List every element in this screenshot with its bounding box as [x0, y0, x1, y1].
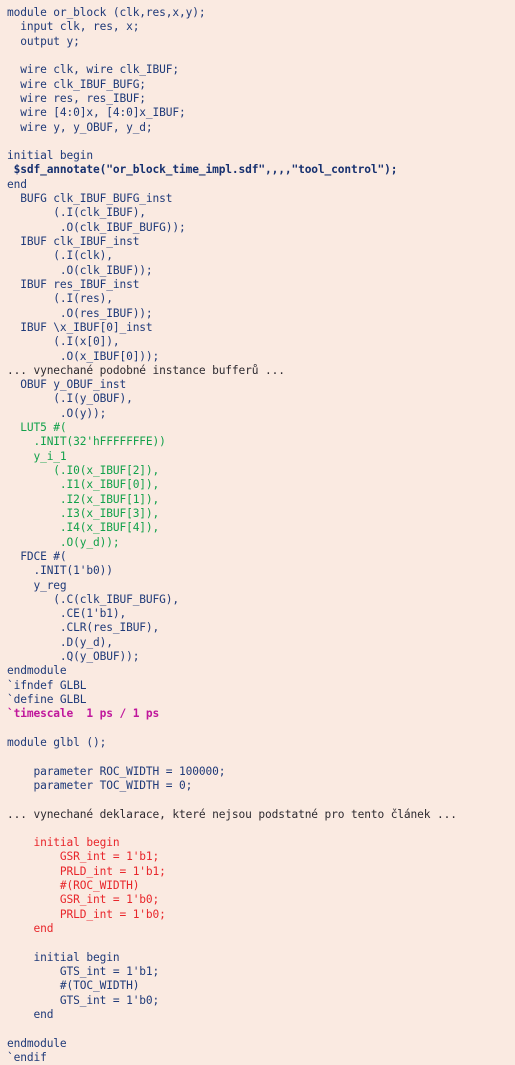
code-line: (.I(y_OBUF), [7, 392, 133, 406]
code-line: FDCE #( [7, 549, 67, 563]
code-line: BUFG clk_IBUF_BUFG_inst [7, 192, 173, 206]
code-line: GSR_int = 1'b1; [7, 850, 160, 864]
code-line: .INIT(32'hFFFFFFFE)) [7, 435, 166, 449]
code-line: .Q(y_OBUF)); [7, 650, 140, 664]
code-line: module or_block (clk,res,x,y); [7, 6, 206, 19]
code-line: GTS_int = 1'b0; [7, 993, 160, 1007]
code-line: input clk, res, x; [7, 20, 140, 34]
code-line: $sdf_annotate("or_block_time_impl.sdf",,… [7, 163, 398, 177]
code-line: ... vynechané podobné instance bufferů .… [7, 363, 285, 377]
code-line: (.I(clk), [7, 249, 113, 263]
code-line: .INIT(1'b0)) [7, 564, 113, 578]
code-line: initial begin [7, 950, 120, 964]
code-line: wire [4:0]x, [4:0]x_IBUF; [7, 106, 186, 120]
code-line: (.I(clk_IBUF), [7, 206, 146, 220]
code-line: module glbl (); [7, 735, 107, 749]
code-line: .D(y_d), [7, 635, 113, 649]
code-line: IBUF res_IBUF_inst [7, 277, 140, 291]
code-line: PRLD_int = 1'b0; [7, 907, 166, 921]
code-line: wire clk, wire clk_IBUF; [7, 63, 180, 77]
code-line: .O(clk_IBUF)); [7, 263, 153, 277]
code-line: parameter ROC_WIDTH = 100000; [7, 764, 226, 778]
code-line: end [7, 177, 27, 191]
code-line: .O(y)); [7, 406, 107, 420]
code-listing: module or_block (clk,res,x,y); input clk… [0, 6, 515, 1064]
code-line: .O(res_IBUF)); [7, 306, 153, 320]
code-line: .O(y_d)); [7, 535, 120, 549]
code-line: .I3(x_IBUF[3]), [7, 506, 160, 520]
code-line: `ifndef GLBL [7, 678, 87, 692]
code-line: wire clk_IBUF_BUFG; [7, 77, 146, 91]
code-line: .O(clk_IBUF_BUFG)); [7, 220, 186, 234]
code-line: LUT5 #( [7, 421, 67, 435]
code-line: (.I0(x_IBUF[2]), [7, 464, 160, 477]
code-line: output y; [7, 34, 80, 48]
code-line: .O(x_IBUF[0])); [7, 349, 160, 363]
code-line: ... vynechané deklarace, které nejsou po… [7, 807, 457, 821]
code-line: parameter TOC_WIDTH = 0; [7, 778, 193, 792]
code-line: y_i_1 [7, 449, 67, 463]
code-line: y_reg [7, 578, 67, 592]
code-line: #(TOC_WIDTH) [7, 979, 140, 993]
code-line: .I4(x_IBUF[4]), [7, 521, 160, 535]
code-line: `endif [7, 1050, 47, 1064]
code-line: endmodule [7, 664, 67, 678]
code-line: endmodule [7, 1036, 67, 1050]
code-line: IBUF \x_IBUF[0]_inst [7, 320, 153, 334]
code-line: .CE(1'b1), [7, 607, 127, 621]
code-line: `define GLBL [7, 693, 87, 706]
code-line: wire y, y_OBUF, y_d; [7, 120, 153, 134]
code-line: end [7, 1007, 54, 1021]
code-line: OBUF y_OBUF_inst [7, 378, 127, 392]
code-line: initial begin [7, 149, 94, 163]
code-line: PRLD_int = 1'b1; [7, 864, 166, 878]
code-line: wire res, res_IBUF; [7, 91, 146, 105]
code-line: `timescale 1 ps / 1 ps [7, 707, 160, 721]
code-line: .I2(x_IBUF[1]), [7, 492, 160, 506]
code-line: .I1(x_IBUF[0]), [7, 478, 160, 492]
code-line: IBUF clk_IBUF_inst [7, 235, 140, 248]
code-line: end [7, 922, 54, 935]
code-line: GSR_int = 1'b0; [7, 893, 160, 907]
code-line: .CLR(res_IBUF), [7, 621, 160, 635]
code-line: initial begin [7, 836, 120, 850]
code-line: (.I(x[0]), [7, 335, 120, 349]
code-line: (.I(res), [7, 292, 113, 306]
code-line: #(ROC_WIDTH) [7, 879, 140, 893]
code-line: (.C(clk_IBUF_BUFG), [7, 592, 180, 606]
code-line: GTS_int = 1'b1; [7, 964, 160, 978]
